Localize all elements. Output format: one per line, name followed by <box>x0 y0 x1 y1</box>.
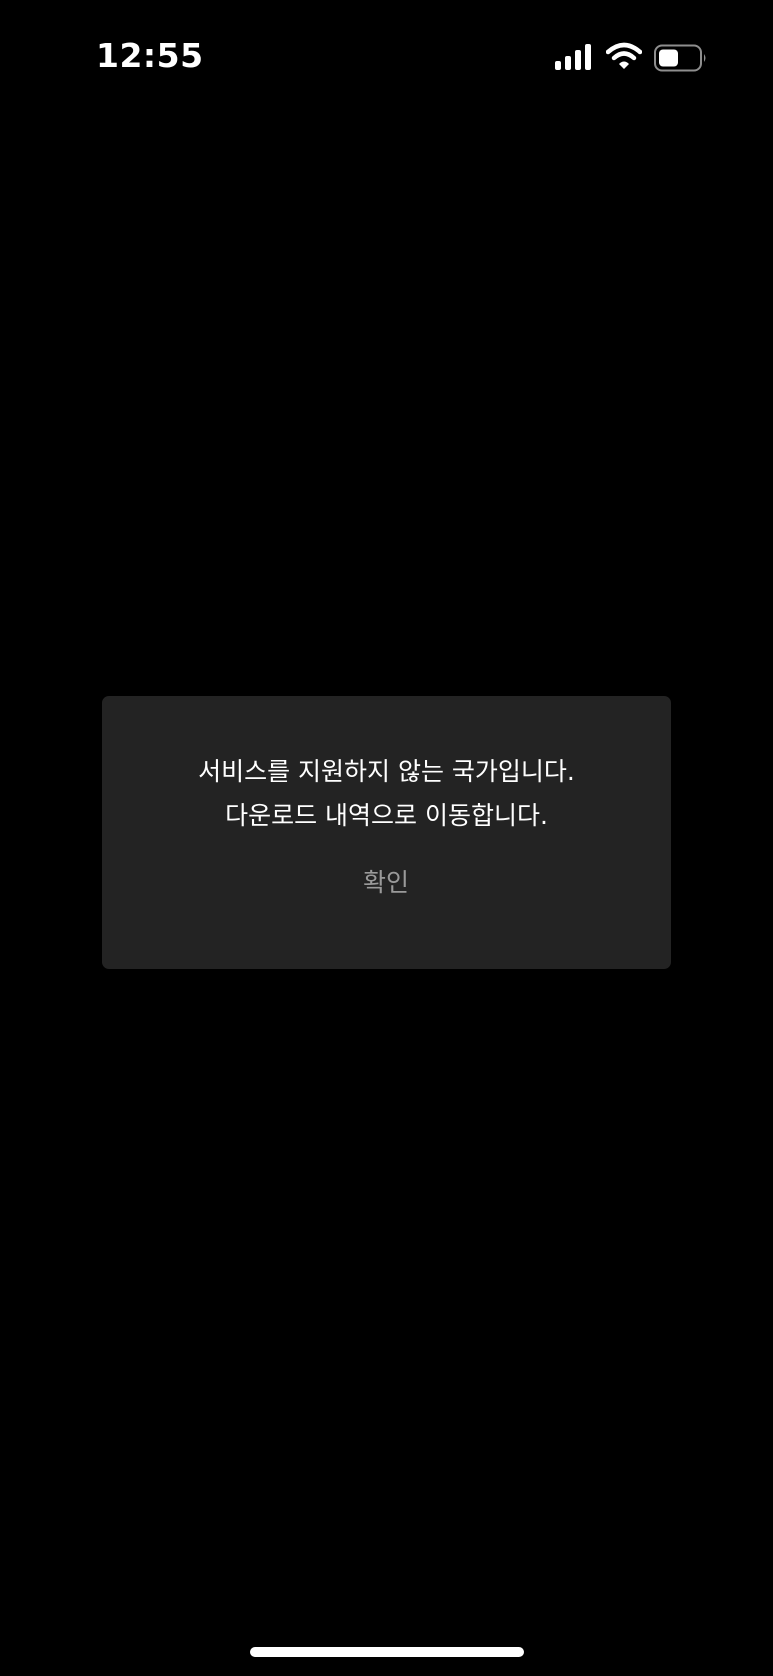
wifi-icon <box>605 42 643 70</box>
signal-icon <box>554 44 594 70</box>
status-bar: 12:55 <box>0 0 773 120</box>
home-indicator[interactable] <box>250 1647 524 1657</box>
battery-icon <box>654 44 708 72</box>
dialog-message: 서비스를 지원하지 않는 국가입니다. 다운로드 내역으로 이동합니다. <box>102 750 671 838</box>
screen: 12:55 서비스를 지원하지 않는 국가입니다. 다운로드 내역으로 이동합니… <box>0 0 773 1676</box>
status-time: 12:55 <box>96 36 204 75</box>
dialog-message-line-1: 서비스를 지원하지 않는 국가입니다. <box>198 757 575 786</box>
alert-dialog: 서비스를 지원하지 않는 국가입니다. 다운로드 내역으로 이동합니다. 확인 <box>102 696 671 969</box>
confirm-button[interactable]: 확인 <box>286 846 486 916</box>
dialog-message-line-2: 다운로드 내역으로 이동합니다. <box>225 801 548 830</box>
